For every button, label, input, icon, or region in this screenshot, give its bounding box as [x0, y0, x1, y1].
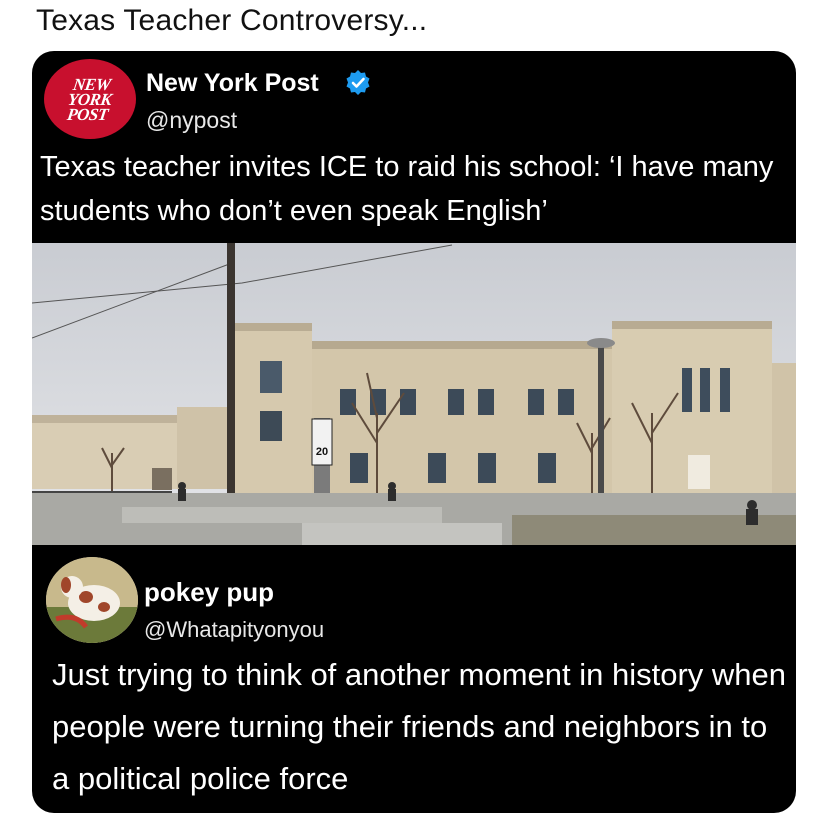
school-photo-illustration: 20: [32, 243, 796, 545]
page-title: Texas Teacher Controversy...: [36, 4, 428, 37]
reply-handle[interactable]: @Whatapityonyou: [144, 617, 324, 643]
post-card[interactable]: NEW YORK POST New York Post @nypost Texa…: [32, 51, 796, 813]
post-handle[interactable]: @nypost: [146, 107, 237, 134]
reply-text: Just trying to think of another moment i…: [52, 657, 787, 796]
user-avatar[interactable]: [46, 557, 138, 643]
school-building-photo[interactable]: 20: [32, 243, 796, 545]
reply-post[interactable]: pokey pup @Whatapityonyou Just trying to…: [32, 545, 796, 813]
post-account-name[interactable]: New York Post: [146, 69, 319, 98]
new-york-post-logo[interactable]: NEW YORK POST: [44, 59, 136, 139]
speed-sign-number: 20: [316, 446, 328, 458]
reply-account-name[interactable]: pokey pup: [144, 577, 274, 608]
original-post[interactable]: NEW YORK POST New York Post @nypost Texa…: [32, 51, 796, 243]
verified-badge-icon: [346, 70, 370, 95]
new-york-post-logo-text: NEW YORK POST: [66, 74, 114, 124]
dog-painting-icon: [46, 557, 138, 643]
post-headline: Texas teacher invites ICE to raid his sc…: [40, 151, 774, 227]
